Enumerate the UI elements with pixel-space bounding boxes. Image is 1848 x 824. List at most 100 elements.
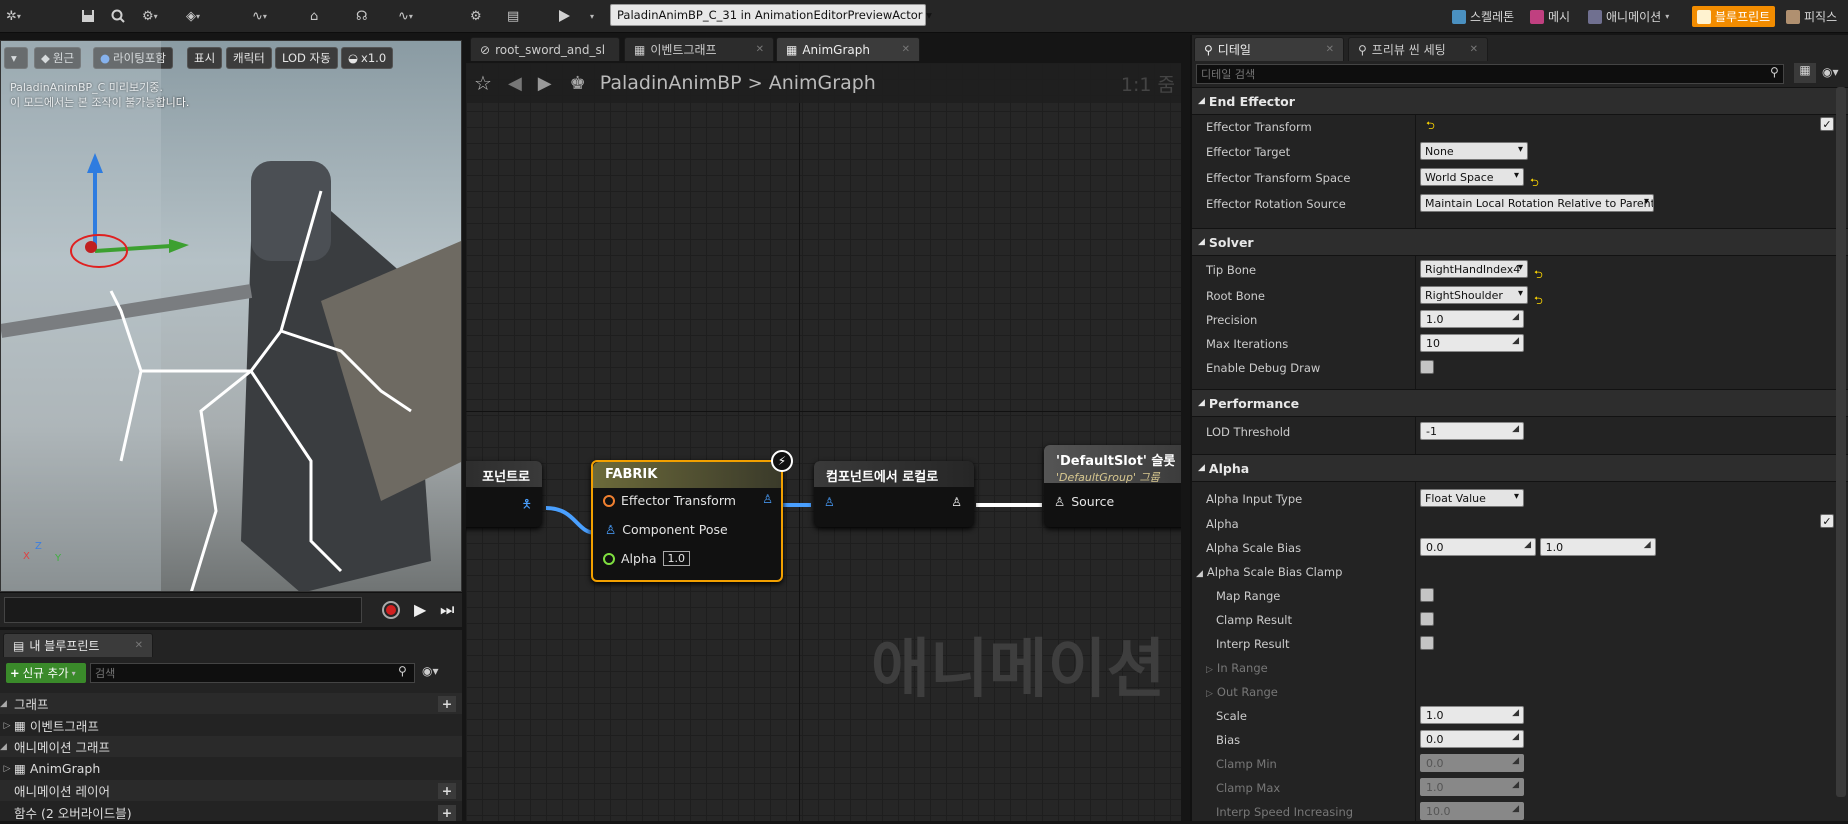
tab-my-blueprint[interactable]: ▤ 내 블루프린트 ✕ — [3, 633, 153, 657]
interp-result-checkbox[interactable] — [1420, 636, 1434, 650]
section-functions[interactable]: 함수 (2 오버라이드블) + — [0, 802, 462, 823]
forward-arrow-icon[interactable]: ▶ — [538, 73, 552, 94]
section-graphs[interactable]: ◢ 그래프 + — [0, 693, 462, 714]
alpha-scale-bias-min[interactable]: 0.0 — [1420, 538, 1536, 556]
max-iterations-field[interactable]: 10 — [1420, 334, 1524, 352]
reset-arrow-icon[interactable]: ⮌ — [1534, 294, 1543, 307]
pin-component-pose[interactable]: ♙ Component Pose — [605, 522, 728, 537]
effector-rotation-dropdown[interactable]: Maintain Local Rotation Relative to Pare… — [1420, 194, 1654, 212]
mode-mesh[interactable]: 메시 — [1530, 6, 1570, 27]
section-end-effector[interactable]: ◢ End Effector — [1192, 87, 1848, 115]
property-matrix-icon[interactable]: ▦ — [1794, 63, 1816, 83]
prop-alpha-scale-bias-clamp[interactable]: ◢ Alpha Scale Bias Clamp — [1192, 560, 1848, 584]
play-options-caret[interactable]: ▾ — [590, 7, 594, 25]
mode-physics[interactable]: 피직스 — [1786, 6, 1837, 27]
reset-arrow-icon[interactable]: ⮌ — [1534, 268, 1543, 281]
details-search-input[interactable] — [1196, 64, 1784, 84]
node-component-to-local[interactable]: 컴포넌트에서 로컬로 ♙ ♙ — [814, 461, 974, 527]
tab-root-sword[interactable]: ⊘ root_sword_and_sl — [470, 37, 620, 61]
curve-icon[interactable]: ∿ ▾ — [252, 7, 267, 25]
pin-alpha[interactable]: Alpha 1.0 — [603, 551, 691, 566]
node-component-to-local-left[interactable]: 포넌트로 🯅 — [466, 461, 542, 527]
add-function-icon[interactable]: + — [438, 804, 456, 821]
favorite-star-icon[interactable]: ☆ — [474, 71, 492, 95]
tab-details[interactable]: ⚲ 디테일 ✕ — [1194, 37, 1344, 61]
local-pose-out-pin[interactable]: ♙ — [951, 495, 962, 509]
pose-out-pin[interactable]: 🯅 — [521, 495, 532, 516]
play-icon[interactable] — [556, 7, 572, 25]
node-default-slot[interactable]: 'DefaultSlot' 슬롯 'DefaultGroup' 그룹 ♙ Sourc… — [1044, 445, 1181, 527]
mode-blueprint[interactable]: 블루프린트 — [1692, 6, 1776, 27]
tab-event-graph[interactable]: ▦ 이벤트그래프 ✕ — [624, 37, 774, 61]
prop-out-range[interactable]: ▷ Out Range — [1192, 680, 1848, 704]
section-anim-graphs[interactable]: ◢ 애니메이션 그래프 — [0, 736, 462, 757]
pin-source[interactable]: ♙ Source — [1054, 494, 1114, 509]
breadcrumb-leaf[interactable]: AnimGraph — [769, 72, 876, 94]
tree-item-eventgraph[interactable]: ▷ ▦ 이벤트그래프 — [0, 715, 462, 736]
tip-bone-dropdown[interactable]: RightHandIndex4 — [1420, 260, 1528, 278]
add-layer-icon[interactable]: + — [438, 782, 456, 799]
alpha-input-type-dropdown[interactable]: Float Value — [1420, 489, 1524, 507]
reset-arrow-icon[interactable]: ⮌ — [1530, 176, 1539, 189]
back-arrow-icon[interactable]: ◀ — [508, 73, 522, 94]
visibility-eye-icon[interactable]: ◉▾ — [1822, 65, 1839, 79]
close-icon[interactable]: ✕ — [1326, 44, 1334, 55]
clamp-result-checkbox[interactable] — [1420, 612, 1434, 626]
find-icon[interactable] — [110, 7, 126, 25]
node-fabrik[interactable]: FABRIK Effector Transform ♙ Component Pos… — [591, 450, 793, 582]
curve2-icon[interactable]: ∿ ▾ — [398, 7, 413, 25]
diff-icon[interactable]: ▤ — [507, 7, 519, 25]
effector-space-dropdown[interactable]: World Space — [1420, 168, 1524, 186]
alpha-scale-bias-max[interactable]: 1.0 — [1539, 538, 1656, 556]
step-forward-icon[interactable]: ⏭ — [440, 600, 454, 620]
class-settings-icon[interactable]: ⚙ ▾ — [142, 7, 158, 25]
section-performance[interactable]: ◢ Performance — [1192, 389, 1848, 417]
alpha-value-box[interactable]: 1.0 — [662, 551, 691, 566]
tab-animgraph[interactable]: ▦ AnimGraph ✕ — [776, 37, 920, 61]
preview-instance-dropdown[interactable]: PaladinAnimBP_C_31 in AnimationEditorPre… — [610, 4, 932, 26]
blueprint-search-input[interactable] — [90, 663, 415, 683]
close-icon[interactable]: ✕ — [902, 44, 910, 55]
mode-animation[interactable]: 애니메이션 ▾ — [1588, 6, 1669, 27]
component-pose-in-pin[interactable]: ♙ — [824, 495, 835, 509]
add-graph-icon[interactable]: + — [438, 695, 456, 712]
save-icon[interactable] — [80, 7, 96, 25]
eye-icon[interactable]: ◉▾ — [422, 664, 439, 678]
preview-viewport[interactable]: ▾ ◆ 원근 ● 라이팅포함 표시 캐릭터 LOD 자동 ◒ x1.0 Paladin… — [0, 40, 462, 592]
timeline-scrubber[interactable] — [4, 597, 362, 623]
class-defaults-icon[interactable]: ◈ ▾ — [186, 7, 200, 25]
add-new-button[interactable]: + 신규 추가 ▾ — [6, 663, 86, 683]
reset-arrow-icon[interactable]: ⮌ — [1426, 119, 1435, 132]
close-icon[interactable]: ✕ — [1470, 44, 1478, 55]
close-icon[interactable]: ✕ — [135, 640, 143, 651]
prop-in-range[interactable]: ▷ In Range — [1192, 656, 1848, 680]
close-icon[interactable]: ✕ — [756, 44, 764, 55]
root-bone-dropdown[interactable]: RightShoulder — [1420, 286, 1528, 304]
precision-field[interactable]: 1.0 — [1420, 310, 1524, 328]
breadcrumb-root[interactable]: PaladinAnimBP — [600, 72, 742, 94]
section-anim-layers[interactable]: 애니메이션 레이어 + — [0, 780, 462, 801]
tab-preview-scene-settings[interactable]: ⚲ 프리뷰 씬 세팅 ✕ — [1348, 37, 1488, 61]
section-alpha[interactable]: ◢ Alpha — [1192, 454, 1848, 482]
debug-draw-checkbox[interactable] — [1420, 360, 1434, 374]
alpha-pin-checkbox[interactable]: ✓ — [1820, 514, 1834, 528]
effector-transform-pin-checkbox[interactable]: ✓ — [1820, 117, 1834, 131]
play-preview-icon[interactable]: ▶ — [414, 600, 426, 619]
section-solver[interactable]: ◢ Solver — [1192, 228, 1848, 256]
bone-icon[interactable]: ⌂ — [310, 7, 318, 25]
details-scrollbar[interactable] — [1836, 87, 1846, 797]
pin-effector-transform[interactable]: Effector Transform — [603, 493, 736, 508]
settings-icon[interactable]: ✲ ▾ — [6, 7, 21, 25]
lod-threshold-field[interactable]: -1 — [1420, 422, 1524, 440]
tree-item-animgraph[interactable]: ▷ ▦ AnimGraph — [0, 758, 462, 779]
mode-skeleton[interactable]: 스켈레톤 — [1452, 6, 1514, 27]
map-range-checkbox[interactable] — [1420, 588, 1434, 602]
effector-target-dropdown[interactable]: None — [1420, 142, 1528, 160]
compile-icon[interactable]: ⚙ — [470, 7, 482, 25]
anim-graph-canvas[interactable]: 애니메이션 포넌트로 🯅 FABRIK Effector Transform ♙… — [466, 63, 1181, 821]
fabrik-pose-out-pin[interactable]: ♙ — [762, 492, 773, 506]
scale-field[interactable]: 1.0 — [1420, 706, 1524, 724]
record-icon[interactable] — [382, 601, 400, 619]
bias-field[interactable]: 0.0 — [1420, 730, 1524, 748]
physics-icon[interactable]: ☊ — [356, 7, 368, 25]
